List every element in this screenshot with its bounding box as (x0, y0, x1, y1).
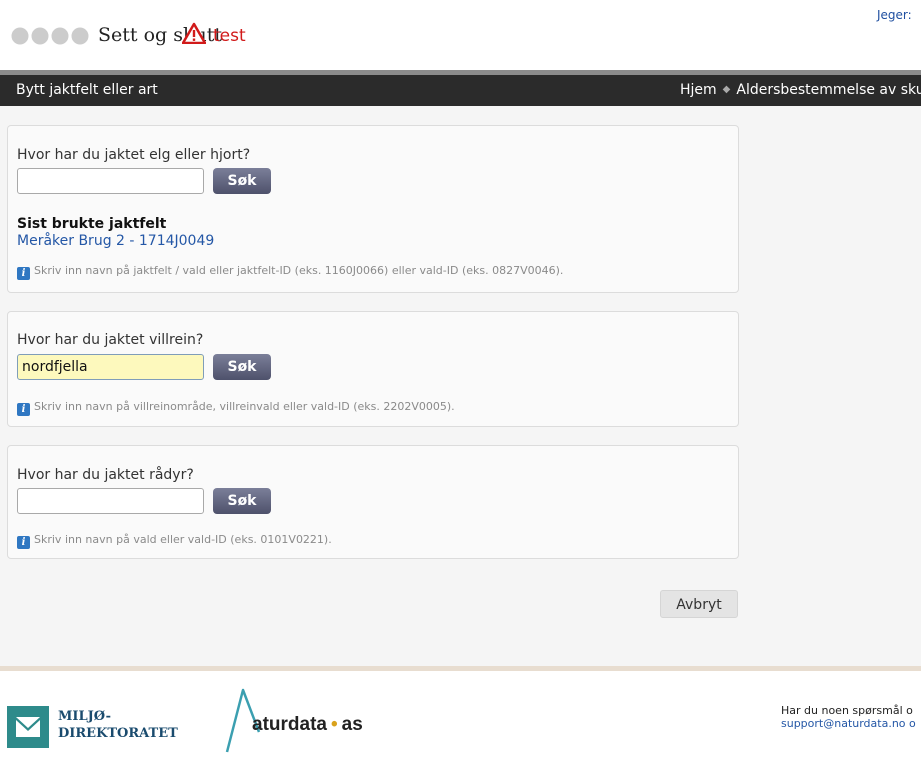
cancel-button[interactable]: Avbryt (660, 590, 738, 618)
question-villrein: Hvor har du jaktet villrein? (17, 332, 204, 348)
contact-text: Har du noen spørsmål o (781, 704, 913, 717)
site-header: Sett og skutt test Jeger: (0, 0, 921, 70)
miljo-line1: MILJØ- (58, 709, 111, 724)
naturdata-logo-text: aturdata • as (252, 714, 363, 736)
naturdata-suffix: as (341, 714, 363, 735)
recent-area-title: Sist brukte jaktfelt (17, 216, 167, 232)
panel-radyr: Hvor har du jaktet rådyr? Søk i Skriv inn… (7, 445, 739, 559)
hint-text-elg: Skriv inn navn på jaktfelt / vald eller … (34, 264, 564, 277)
panel-elg-hjort: Hvor har du jaktet elg eller hjort? Søk … (7, 125, 739, 293)
search-input-villrein[interactable] (17, 354, 204, 380)
miljodirektoratet-logo-text: MILJØ- DIREKTORATET (58, 708, 178, 742)
miljo-line2: DIREKTORATET (58, 726, 178, 741)
test-badge: test (213, 26, 246, 46)
hint-text-radyr: Skriv inn navn på vald eller vald-ID (ek… (34, 533, 332, 546)
site-footer: MILJØ- DIREKTORATET aturdata • as Har du n… (0, 671, 921, 757)
search-input-elg[interactable] (17, 168, 204, 194)
hint-villrein: i Skriv inn navn på villreinområde, villr… (17, 400, 455, 416)
question-elg: Hvor har du jaktet elg eller hjort? (17, 147, 251, 163)
naturdata-name: aturdata (252, 714, 327, 735)
hint-text-villrein: Skriv inn navn på villreinområde, villre… (34, 400, 455, 413)
logo-rings-icon (8, 25, 92, 47)
question-radyr: Hvor har du jaktet rådyr? (17, 467, 194, 483)
info-icon: i (17, 403, 30, 416)
hint-radyr: i Skriv inn navn på vald eller vald-ID (e… (17, 533, 332, 549)
search-button-elg[interactable]: Søk (213, 168, 271, 194)
search-input-radyr[interactable] (17, 488, 204, 514)
hint-elg: i Skriv inn navn på jaktfelt / vald eller… (17, 264, 563, 280)
breadcrumb-home[interactable]: Hjem (680, 82, 717, 98)
contact-email-link[interactable]: support@naturdata.no o (781, 717, 916, 730)
search-button-villrein[interactable]: Søk (213, 354, 271, 380)
recent-area-link[interactable]: Meråker Brug 2 - 1714J0049 (17, 233, 214, 249)
naturdata-separator: • (330, 714, 338, 735)
info-icon: i (17, 267, 30, 280)
user-label[interactable]: Jeger: (877, 8, 912, 22)
navbar: Bytt jaktfelt eller art Hjem ◆ Aldersbeste… (0, 75, 921, 106)
panel-villrein: Hvor har du jaktet villrein? Søk i Skriv … (7, 311, 739, 427)
change-area-link[interactable]: Bytt jaktfelt eller art (16, 82, 158, 98)
breadcrumb: Hjem ◆ Aldersbestemmelse av sku (680, 82, 921, 98)
info-icon: i (17, 536, 30, 549)
warning-triangle-icon (182, 22, 206, 44)
breadcrumb-separator: ◆ (722, 84, 731, 95)
breadcrumb-current[interactable]: Aldersbestemmelse av sku (736, 82, 921, 98)
search-button-radyr[interactable]: Søk (213, 488, 271, 514)
miljodirektoratet-logo-icon (7, 706, 49, 748)
